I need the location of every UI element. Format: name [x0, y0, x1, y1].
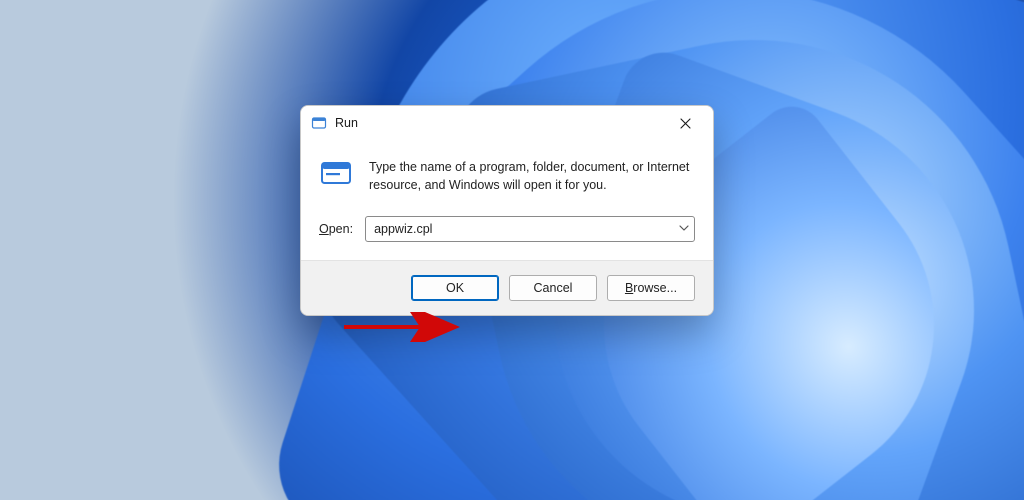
ok-button[interactable]: OK	[411, 275, 499, 301]
titlebar[interactable]: Run	[301, 106, 713, 140]
close-button[interactable]	[663, 108, 707, 138]
prompt-text: Type the name of a program, folder, docu…	[369, 156, 695, 194]
run-icon	[319, 156, 353, 190]
open-input[interactable]	[365, 216, 695, 242]
open-label: Open:	[319, 222, 353, 236]
close-icon	[680, 118, 691, 129]
run-dialog: Run Type the name of a program, folder, …	[300, 105, 714, 316]
run-titlebar-icon	[311, 115, 327, 131]
cancel-button[interactable]: Cancel	[509, 275, 597, 301]
browse-button[interactable]: Browse...	[607, 275, 695, 301]
open-combobox[interactable]	[365, 216, 695, 242]
button-bar: OK Cancel Browse...	[301, 260, 713, 315]
dialog-body: Type the name of a program, folder, docu…	[301, 140, 713, 260]
dialog-title: Run	[335, 116, 358, 130]
